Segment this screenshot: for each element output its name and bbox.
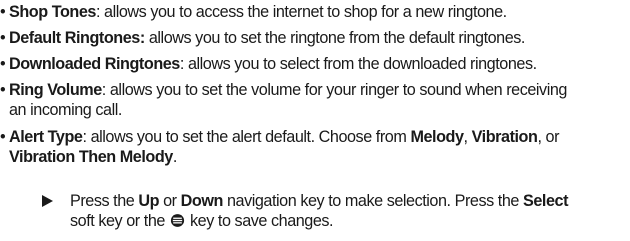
list-item-downloaded-ringtones: • Downloaded Ringtones: allows you to sel… bbox=[0, 54, 537, 74]
item-term: Alert Type bbox=[9, 128, 83, 146]
item-text: : allows you to set the alert default. C… bbox=[82, 128, 411, 146]
alert-option-vibration: Vibration bbox=[471, 128, 538, 146]
step-text: Press the bbox=[70, 192, 139, 210]
alert-option-melody: Melody bbox=[410, 128, 464, 146]
step-arrow-icon bbox=[42, 195, 53, 207]
list-item-alert-type: • Alert Type: allows you to set the alert… bbox=[0, 127, 559, 147]
item-text: : allows you to select from the download… bbox=[179, 55, 537, 73]
item-text: allows you to set the ringtone from the … bbox=[144, 29, 526, 47]
bullet: • bbox=[0, 81, 6, 99]
bullet: • bbox=[0, 128, 6, 146]
list-item-default-ringtones: • Default Ringtones: allows you to set th… bbox=[0, 28, 525, 48]
bullet: • bbox=[0, 3, 6, 21]
item-term: Shop Tones bbox=[9, 3, 96, 21]
bullet: • bbox=[0, 55, 6, 73]
instructions-document: • Shop Tones: allows you to access the in… bbox=[0, 0, 630, 241]
item-text: : allows you to set the volume for your … bbox=[101, 81, 568, 99]
list-item-ring-volume: • Ring Volume: allows you to set the volu… bbox=[0, 80, 567, 100]
step-line-1: Press the Up or Down navigation key to m… bbox=[70, 191, 568, 211]
item-text: : allows you to access the internet to s… bbox=[95, 3, 507, 21]
alert-option-vibration-then-melody: Vibration Then Melody bbox=[9, 148, 173, 166]
period: . bbox=[172, 148, 178, 166]
separator: , bbox=[463, 128, 472, 146]
step-line-2: soft key or the key to save changes. bbox=[70, 211, 334, 231]
item-term: Default Ringtones: bbox=[9, 29, 145, 47]
list-item-alert-type-continued: Vibration Then Melody. bbox=[9, 147, 177, 167]
step-text: soft key or the bbox=[70, 212, 169, 230]
step-text: or bbox=[159, 192, 181, 210]
down-key-label: Down bbox=[180, 192, 224, 210]
step-text: navigation key to make selection. Press … bbox=[222, 192, 524, 210]
list-item-ring-volume-continued: an incoming call. bbox=[9, 101, 122, 119]
ok-key-icon bbox=[170, 213, 185, 228]
up-key-label: Up bbox=[138, 192, 160, 210]
list-item-shop-tones: • Shop Tones: allows you to access the in… bbox=[0, 2, 507, 22]
step-text: key to save changes. bbox=[185, 212, 334, 230]
item-term: Ring Volume bbox=[9, 81, 102, 99]
bullet: • bbox=[0, 29, 6, 47]
item-term: Downloaded Ringtones bbox=[9, 55, 180, 73]
separator: , or bbox=[537, 128, 560, 146]
select-key-label: Select bbox=[523, 192, 569, 210]
